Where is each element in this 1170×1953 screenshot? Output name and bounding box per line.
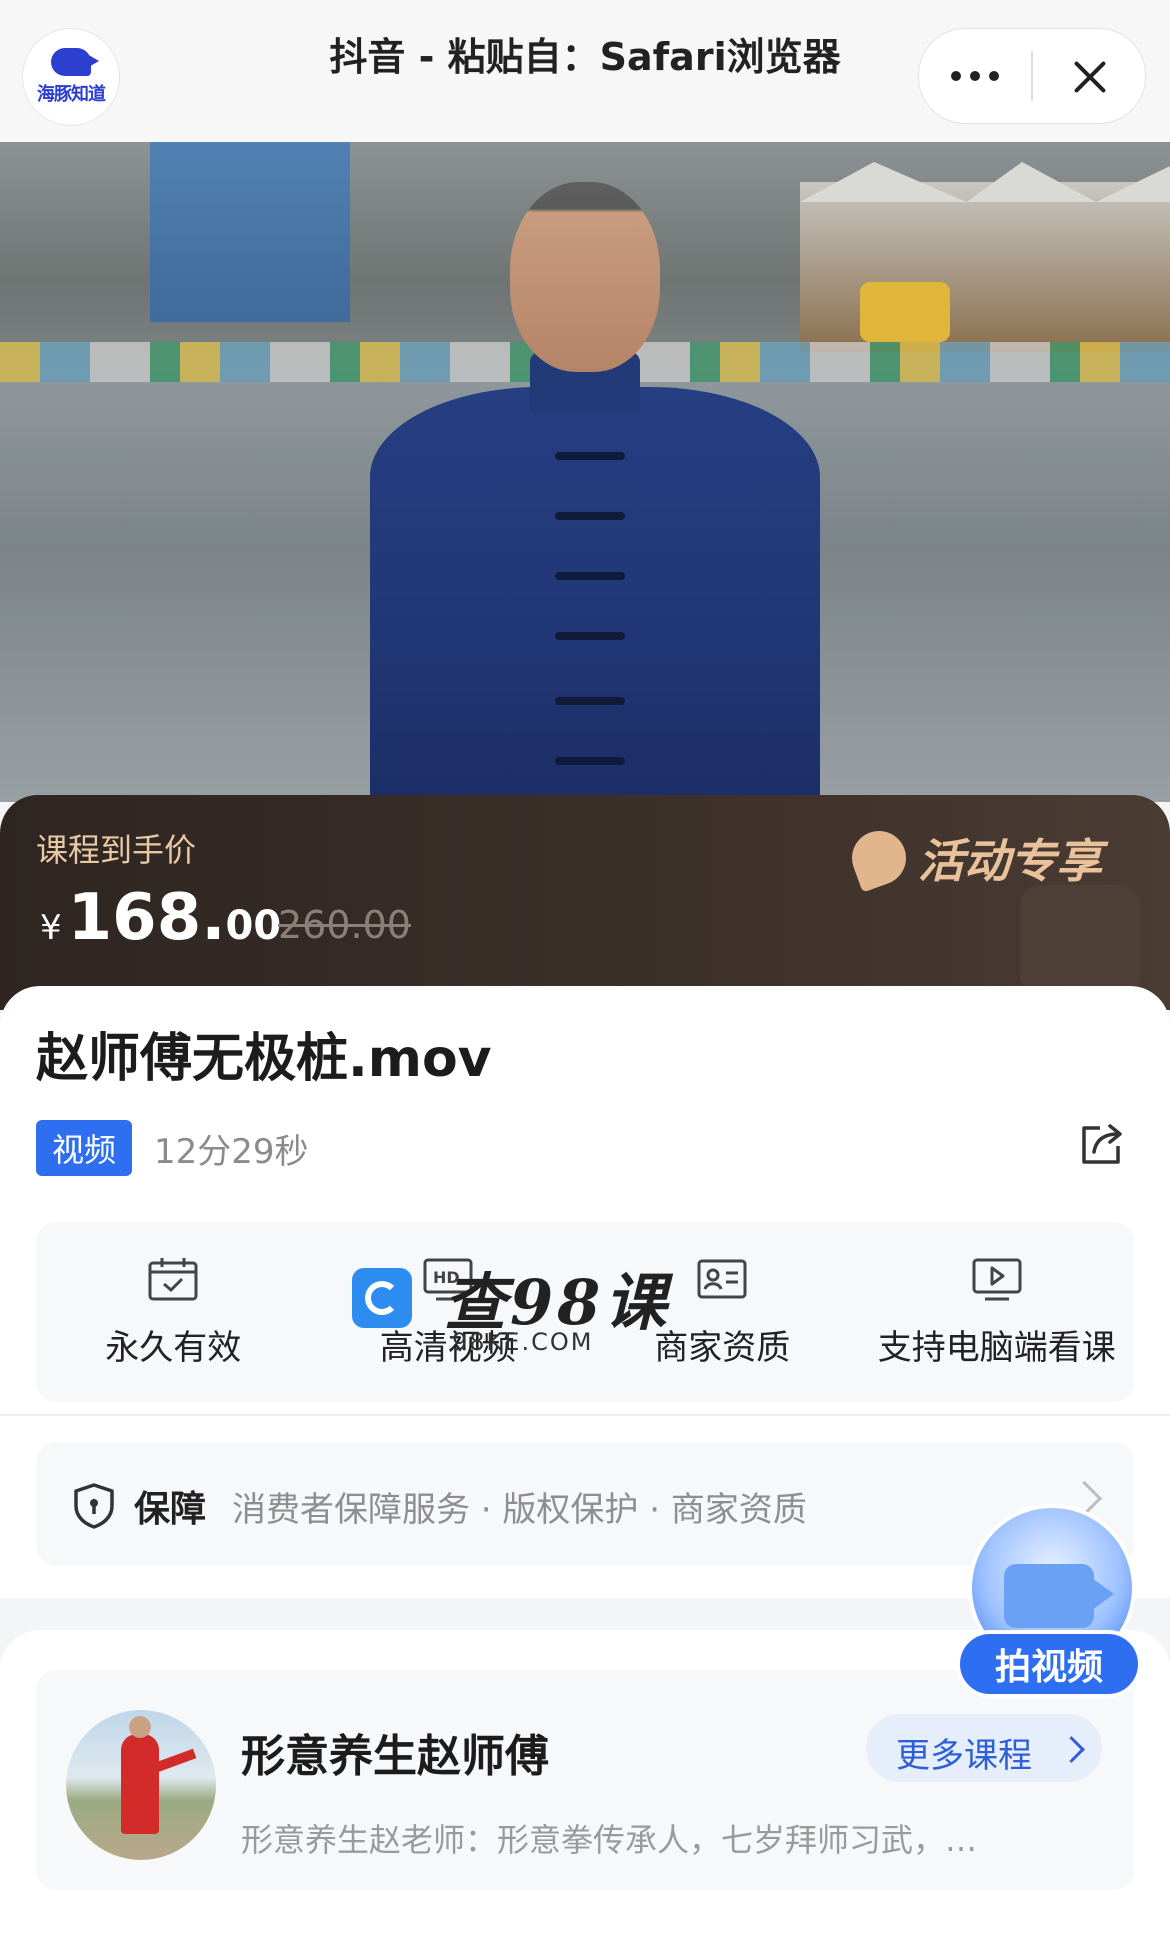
watermark-logo-icon: [352, 1268, 412, 1328]
feature-item: 支持电脑端看课: [860, 1222, 1135, 1402]
watermark: 查98课 98KE.COM: [352, 1252, 672, 1362]
current-price: ¥168.00: [40, 881, 281, 955]
shield-icon: [74, 1483, 114, 1529]
calendar-check-icon: [148, 1258, 198, 1301]
dot-icon: [989, 71, 999, 81]
guarantee-title: 保障: [134, 1489, 207, 1530]
dolphin-icon: [844, 823, 914, 893]
more-courses-label: 更多课程: [896, 1736, 1032, 1776]
share-icon[interactable]: [1078, 1118, 1128, 1168]
feature-label: 支持电脑端看课: [877, 1328, 1116, 1368]
price-banner: 课程到手价 ¥168.00 260.00 活动专享: [0, 795, 1170, 1010]
background-boat: [860, 282, 950, 342]
promo-text: 活动专享: [918, 834, 1102, 888]
window-title: 抖音 - 粘贴自：Safari浏览器: [329, 35, 841, 79]
course-title: 赵师傅无极桩.mov: [36, 1029, 492, 1089]
section-divider: [0, 1414, 1170, 1416]
app-logo[interactable]: 海豚知道: [22, 28, 120, 126]
app-logo-text: 海豚知道: [37, 84, 106, 105]
frog-button: [555, 572, 625, 580]
feature-label: 商家资质: [654, 1328, 791, 1368]
more-button[interactable]: [919, 29, 1031, 123]
currency-symbol: ¥: [40, 908, 62, 948]
top-bar: 海豚知道 抖音 - 粘贴自：Safari浏览器: [0, 0, 1170, 142]
avatar[interactable]: [66, 1710, 216, 1860]
instructor-figure: [370, 182, 820, 802]
feature-label: 永久有效: [105, 1328, 242, 1368]
avatar-figure: [121, 1716, 159, 1834]
camera-icon: [1004, 1564, 1114, 1628]
mini-program-capsule: [918, 28, 1146, 124]
chevron-right-icon: [1058, 1736, 1085, 1763]
frog-button: [555, 757, 625, 765]
type-badge: 视频: [36, 1120, 132, 1176]
background-pavilion: [800, 182, 1170, 352]
frog-button: [555, 452, 625, 460]
monitor-play-icon: [972, 1258, 1022, 1301]
dot-icon: [951, 71, 961, 81]
price-label: 课程到手价: [36, 831, 197, 869]
watermark-subtext: 98KE.COM: [452, 1328, 594, 1356]
banner-decoration: [1020, 885, 1140, 995]
promo-tag: 活动专享: [844, 823, 1102, 893]
dolphin-icon: [51, 48, 99, 76]
dot-icon: [970, 71, 980, 81]
video-duration: 12分29秒: [154, 1132, 309, 1172]
original-price: 260.00: [278, 903, 411, 947]
frog-button: [555, 632, 625, 640]
teacher-info[interactable]: 形意养生赵师傅 更多课程 形意养生赵老师：形意拳传承人，七岁拜师习武，…: [36, 1670, 1134, 1890]
id-card-icon: [697, 1259, 747, 1299]
guarantee-items: 消费者保障服务 · 版权保护 · 商家资质: [232, 1490, 807, 1530]
teacher-description: 形意养生赵老师：形意拳传承人，七岁拜师习武，…: [241, 1821, 978, 1859]
price-integer: 168.: [67, 881, 226, 955]
teacher-name: 形意养生赵师傅: [241, 1731, 549, 1782]
frog-button: [555, 697, 625, 705]
close-button[interactable]: [1033, 29, 1145, 123]
price-decimal: 00: [225, 903, 282, 949]
frog-button: [555, 512, 625, 520]
course-cover-image[interactable]: [0, 142, 1170, 802]
more-courses-button[interactable]: 更多课程: [866, 1714, 1102, 1782]
instructor-jacket: [370, 387, 820, 802]
background-building: [150, 142, 350, 322]
shoot-video-button[interactable]: 拍视频: [956, 1504, 1142, 1700]
feature-item: 永久有效: [36, 1222, 311, 1402]
shoot-video-label: 拍视频: [956, 1630, 1142, 1698]
instructor-head: [510, 182, 660, 372]
